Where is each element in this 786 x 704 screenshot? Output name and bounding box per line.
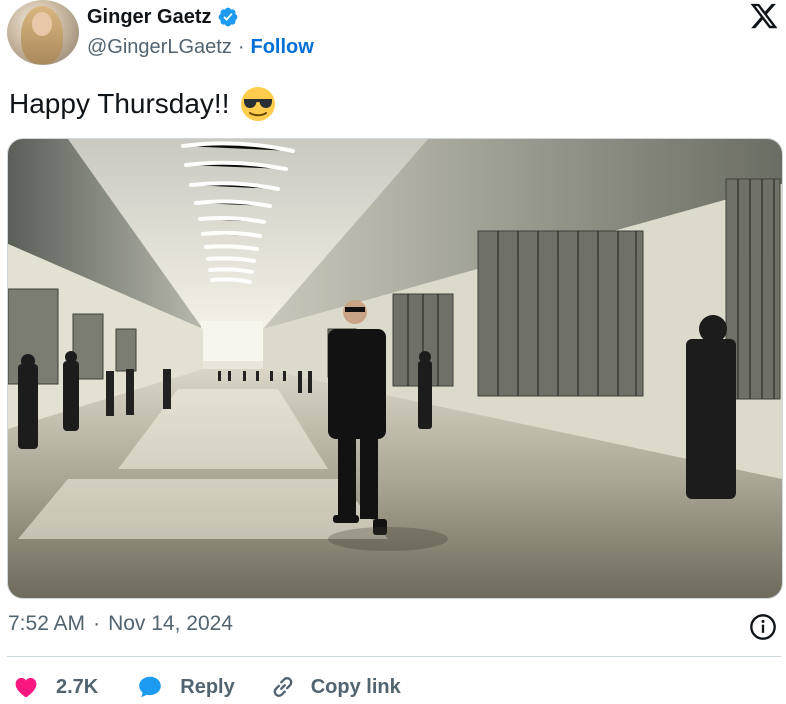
- avatar-face: [32, 12, 52, 36]
- tweet-photo[interactable]: [7, 138, 783, 599]
- tweet-text: Happy Thursday!!: [9, 86, 276, 122]
- info-icon[interactable]: [749, 613, 777, 641]
- timestamp-separator: ·: [93, 612, 101, 635]
- x-logo-icon[interactable]: [748, 1, 780, 31]
- tweet-text-content: Happy Thursday!!: [9, 88, 230, 119]
- reply-label: Reply: [180, 675, 235, 698]
- tweet-timestamp[interactable]: 7:52 AM · Nov 14, 2024: [8, 612, 233, 636]
- heart-icon: [15, 677, 37, 698]
- like-count: 2.7K: [56, 675, 99, 698]
- author-name-row: Ginger Gaetz: [87, 4, 239, 30]
- reply-button[interactable]: Reply: [136, 674, 235, 700]
- divider: [7, 656, 781, 657]
- copy-link-button[interactable]: Copy link: [269, 673, 401, 701]
- action-bar: 2.7K Reply Copy link: [12, 670, 401, 704]
- link-icon: [273, 677, 293, 697]
- author-handle[interactable]: @GingerLGaetz: [87, 36, 232, 59]
- copy-link-label: Copy link: [310, 675, 401, 698]
- tweet-time: 7:52 AM: [8, 612, 86, 635]
- author-name[interactable]: Ginger Gaetz: [87, 6, 211, 29]
- avatar[interactable]: [7, 0, 79, 65]
- sunglasses-emoji-icon: [240, 87, 275, 121]
- separator-dot: ·: [237, 35, 245, 58]
- follow-button[interactable]: Follow: [251, 36, 314, 59]
- verified-badge-icon: [219, 7, 238, 27]
- like-button[interactable]: 2.7K: [12, 674, 98, 700]
- prison-corridor-image: [8, 139, 782, 598]
- author-handle-row: @GingerLGaetz · Follow: [87, 35, 314, 59]
- speech-bubble-icon: [139, 676, 162, 698]
- tweet-date: Nov 14, 2024: [108, 612, 233, 635]
